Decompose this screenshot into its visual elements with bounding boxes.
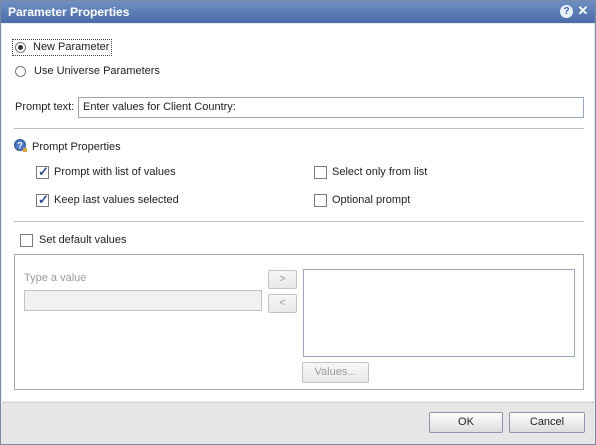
help-key-icon: ? [14, 139, 28, 153]
select-only-from-list-option[interactable]: Select only from list [314, 165, 444, 180]
type-a-value-label: Type a value [24, 272, 87, 284]
prompt-with-list-label: Prompt with list of values [54, 166, 176, 178]
keep-last-values-label: Keep last values selected [54, 194, 179, 206]
divider-top [14, 128, 584, 129]
prompt-text-label: Prompt text: [15, 101, 75, 113]
use-universe-parameters-radio[interactable] [15, 66, 26, 77]
default-value-input[interactable] [24, 290, 262, 311]
use-universe-parameters-option[interactable]: Use Universe Parameters [14, 65, 164, 80]
new-parameter-radio[interactable] [15, 42, 26, 53]
prompt-with-list-checkbox[interactable]: ✓ [36, 164, 49, 179]
prompt-properties-heading: Prompt Properties [32, 141, 121, 153]
divider-middle [14, 221, 584, 222]
dialog-content: New Parameter Use Universe Parameters Pr… [2, 24, 594, 401]
default-values-list[interactable] [303, 269, 575, 357]
cancel-button[interactable]: Cancel [509, 412, 585, 433]
prompt-with-list-option[interactable]: ✓ Prompt with list of values [36, 164, 196, 180]
checkmark-icon: ✓ [38, 164, 49, 179]
help-icon[interactable]: ? [560, 5, 573, 18]
dialog-title: Parameter Properties [8, 5, 130, 19]
optional-prompt-label: Optional prompt [332, 194, 411, 206]
ok-button[interactable]: OK [429, 412, 503, 433]
new-parameter-label: New Parameter [33, 41, 110, 53]
prompt-text-value: Enter values for Client Country: [83, 101, 236, 113]
keep-last-values-checkbox[interactable]: ✓ [36, 192, 49, 207]
set-default-values-checkbox[interactable] [20, 234, 33, 247]
select-only-from-list-label: Select only from list [332, 166, 428, 178]
parameter-properties-dialog: Parameter Properties ? ✕ New Parameter U… [0, 0, 596, 445]
optional-prompt-checkbox[interactable] [314, 194, 327, 207]
add-value-button[interactable]: > [268, 270, 297, 289]
new-parameter-option[interactable]: New Parameter [12, 39, 112, 56]
set-default-values-option[interactable]: Set default values [20, 233, 150, 248]
svg-text:?: ? [17, 141, 23, 151]
dialog-footer: OK Cancel [2, 402, 594, 444]
use-universe-parameters-label: Use Universe Parameters [34, 65, 160, 77]
set-default-values-label: Set default values [39, 234, 127, 246]
keep-last-values-option[interactable]: ✓ Keep last values selected [36, 192, 196, 208]
title-bar: Parameter Properties ? ✕ [1, 1, 595, 23]
prompt-text-input[interactable]: Enter values for Client Country: [78, 97, 584, 118]
optional-prompt-option[interactable]: Optional prompt [314, 193, 444, 208]
default-values-panel: Type a value > < Values... [14, 254, 584, 390]
values-button[interactable]: Values... [302, 362, 369, 383]
checkmark-icon: ✓ [38, 192, 49, 207]
close-icon[interactable]: ✕ [577, 4, 589, 18]
remove-value-button[interactable]: < [268, 294, 297, 313]
select-only-from-list-checkbox[interactable] [314, 166, 327, 179]
